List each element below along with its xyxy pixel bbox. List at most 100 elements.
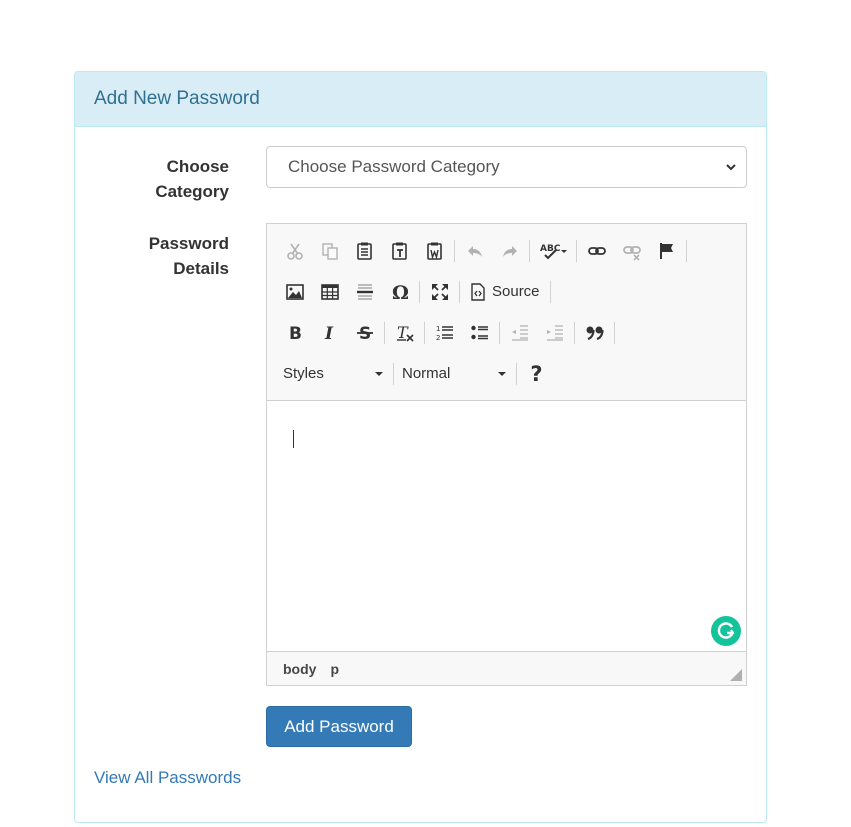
special-char-button[interactable]: Ω <box>382 277 417 307</box>
path-item-body[interactable]: body <box>283 661 316 677</box>
caret-down-icon <box>375 371 383 376</box>
source-label: Source <box>492 283 540 300</box>
element-path-bar: body p <box>267 651 746 685</box>
undo-button[interactable] <box>457 236 492 266</box>
view-all-passwords-link[interactable]: View All Passwords <box>94 768 241 788</box>
numbered-list-button[interactable]: 12 <box>427 318 462 348</box>
maximize-icon <box>431 283 448 300</box>
toolbar-separator <box>459 280 460 303</box>
chevron-down-icon <box>726 164 736 171</box>
toolbar-separator <box>393 362 394 385</box>
redo-button[interactable] <box>492 236 527 266</box>
numbered-list-icon: 12 <box>436 325 453 342</box>
toolbar-row-2: Ω Source <box>277 271 746 312</box>
svg-text:2: 2 <box>436 334 440 342</box>
quote-icon <box>586 326 604 340</box>
toolbar-separator <box>419 280 420 303</box>
outdent-icon <box>511 324 528 341</box>
italic-button[interactable]: I <box>312 318 347 348</box>
spellcheck-icon: ABC <box>540 244 567 259</box>
toolbar-row-1: ABC <box>277 230 746 271</box>
indent-icon <box>546 324 563 341</box>
help-icon: ? <box>530 361 543 386</box>
grammarly-button[interactable] <box>711 616 741 646</box>
copy-icon <box>321 242 338 260</box>
rich-text-editor: ABC Ω Source B I S T 1 2 Styles Normal ?… <box>266 223 747 686</box>
table-button[interactable] <box>312 277 347 307</box>
toolbar-separator <box>549 280 551 303</box>
toolbar-separator <box>686 239 687 262</box>
italic-icon: I <box>324 324 334 343</box>
editor-toolbar: ABC Ω Source B I S T 1 2 Styles Normal ? <box>267 224 746 401</box>
bulleted-list-button[interactable] <box>462 318 497 348</box>
indent-button[interactable] <box>537 318 572 348</box>
category-label: Choose Category <box>109 154 229 204</box>
bold-button[interactable]: B <box>277 318 312 348</box>
undo-icon <box>467 245 482 257</box>
toolbar-row-4: Styles Normal ? <box>277 353 746 394</box>
paste-button[interactable] <box>347 236 382 266</box>
horizontal-rule-button[interactable] <box>347 277 382 307</box>
spellcheck-button[interactable]: ABC <box>532 236 574 266</box>
toolbar-separator <box>529 239 530 262</box>
paste-word-button[interactable] <box>417 236 452 266</box>
help-button[interactable]: ? <box>519 359 554 389</box>
toolbar-separator <box>384 321 385 344</box>
strike-button[interactable]: S <box>347 318 382 348</box>
toolbar-separator <box>499 321 500 344</box>
link-icon <box>587 246 606 255</box>
horizontal-rule-icon <box>356 283 373 300</box>
category-select[interactable]: Choose Password Category <box>266 146 747 188</box>
paste-icon <box>356 242 372 260</box>
bold-icon: B <box>289 324 302 343</box>
outdent-button[interactable] <box>502 318 537 348</box>
strikethrough-icon: S <box>356 324 373 343</box>
toolbar-separator <box>574 321 575 344</box>
toolbar-row-3: B I S T 12 <box>277 312 746 353</box>
remove-format-button[interactable]: T <box>387 318 422 348</box>
blockquote-button[interactable] <box>577 318 612 348</box>
maximize-button[interactable] <box>422 277 457 307</box>
add-password-button[interactable]: Add Password <box>266 706 412 747</box>
resize-handle[interactable] <box>730 669 742 681</box>
category-label-line1: Choose <box>166 157 229 176</box>
svg-text:1: 1 <box>436 325 440 333</box>
link-button[interactable] <box>579 236 614 266</box>
details-label: Password Details <box>109 231 229 281</box>
source-icon <box>471 282 485 301</box>
omega-icon: Ω <box>392 282 409 302</box>
flag-icon <box>659 242 673 259</box>
styles-dropdown[interactable]: Styles <box>277 359 391 389</box>
image-button[interactable] <box>277 277 312 307</box>
paste-text-button[interactable] <box>382 236 417 266</box>
add-password-panel: Add New Password Choose Category Choose … <box>74 71 767 823</box>
table-icon <box>320 283 339 300</box>
cut-icon <box>286 243 303 260</box>
toolbar-separator <box>424 321 425 344</box>
toolbar-separator <box>454 239 455 262</box>
toolbar-separator <box>516 362 517 385</box>
anchor-button[interactable] <box>649 236 684 266</box>
editor-content-area[interactable] <box>267 401 746 651</box>
svg-text:T: T <box>397 323 409 342</box>
path-item-p[interactable]: p <box>330 661 339 677</box>
svg-text:ABC: ABC <box>540 244 561 254</box>
unlink-icon <box>622 245 641 261</box>
toolbar-separator <box>576 239 577 262</box>
details-label-line1: Password <box>148 234 229 253</box>
panel-title: Add New Password <box>94 88 260 109</box>
redo-icon <box>502 245 517 257</box>
source-button[interactable]: Source <box>462 277 548 307</box>
panel-heading: Add New Password <box>75 72 766 127</box>
format-dropdown[interactable]: Normal <box>396 359 514 389</box>
copy-button[interactable] <box>312 236 347 266</box>
cut-button[interactable] <box>277 236 312 266</box>
unlink-button[interactable] <box>614 236 649 266</box>
caret-down-icon <box>498 371 506 376</box>
format-label: Normal <box>402 365 451 382</box>
paste-text-icon <box>391 242 407 260</box>
styles-label: Styles <box>283 365 324 382</box>
image-icon <box>285 283 304 300</box>
bulleted-list-icon <box>470 325 488 339</box>
svg-text:I: I <box>324 324 334 343</box>
